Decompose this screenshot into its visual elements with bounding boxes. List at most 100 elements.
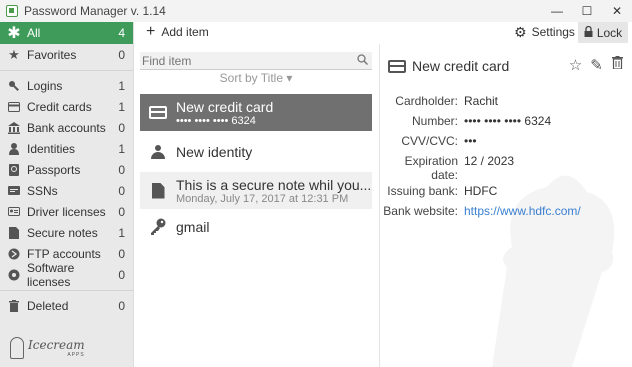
field-bank-website: Bank website: https://www.hdfc.com/ bbox=[380, 204, 632, 218]
field-label: Issuing bank: bbox=[387, 184, 458, 198]
note-icon bbox=[8, 226, 20, 239]
sidebar-item-logins[interactable]: Logins 1 bbox=[0, 75, 133, 96]
sort-dropdown[interactable]: Sort by Title ▾ bbox=[134, 71, 378, 85]
sidebar-item-count: 0 bbox=[118, 298, 125, 313]
delete-trash-icon[interactable] bbox=[609, 56, 626, 74]
sidebar-item-count: 1 bbox=[118, 225, 125, 240]
sidebar-item-count: 0 bbox=[118, 204, 125, 219]
field-value[interactable]: HDFC bbox=[464, 184, 497, 198]
sidebar-item-label: Deleted bbox=[27, 298, 69, 313]
sidebar-item-count: 0 bbox=[118, 162, 125, 177]
sidebar-item-identities[interactable]: Identities 1 bbox=[0, 138, 133, 159]
field-label: Number: bbox=[411, 114, 458, 128]
list-item-secure-note[interactable]: This is a secure note whil you... Monday… bbox=[140, 172, 372, 209]
sidebar-item-count: 1 bbox=[118, 78, 125, 93]
gear-icon: ⚙ bbox=[514, 24, 527, 40]
sidebar-item-count: 0 bbox=[118, 246, 125, 261]
list-item-title: New credit card bbox=[176, 98, 274, 115]
field-value[interactable]: ••• bbox=[464, 134, 477, 148]
list-item-title: This is a secure note whil you... bbox=[176, 176, 372, 193]
sidebar-item-count: 1 bbox=[118, 141, 125, 156]
field-cvv: CVV/CVC: ••• bbox=[380, 134, 632, 148]
list-item-title: gmail bbox=[176, 219, 210, 235]
bank-icon bbox=[8, 121, 20, 134]
logo-text: Icecream bbox=[28, 338, 85, 352]
plus-icon: + bbox=[146, 23, 156, 40]
sidebar-item-deleted[interactable]: Deleted 0 bbox=[0, 295, 133, 316]
sidebar-item-count: 4 bbox=[118, 26, 125, 40]
sidebar-item-credit-cards[interactable]: Credit cards 1 bbox=[0, 96, 133, 117]
field-label: Bank website: bbox=[383, 204, 458, 218]
field-value[interactable]: 12 / 2023 bbox=[464, 154, 514, 182]
add-item-label: Add item bbox=[161, 25, 209, 39]
list-item-identity[interactable]: New identity bbox=[140, 138, 372, 166]
field-value[interactable]: •••• •••• •••• 6324 bbox=[464, 114, 551, 128]
edit-pencil-icon[interactable]: ✎ bbox=[588, 56, 605, 74]
app-icon bbox=[6, 5, 18, 17]
sidebar-item-label: Software licenses bbox=[27, 260, 75, 289]
credit-card-icon bbox=[388, 59, 406, 73]
sidebar-item-passports[interactable]: Passports 0 bbox=[0, 159, 133, 180]
sidebar-item-count: 0 bbox=[118, 47, 125, 62]
field-issuing-bank: Issuing bank: HDFC bbox=[380, 184, 632, 198]
list-item-credit-card[interactable]: New credit card •••• •••• •••• 6324 bbox=[140, 94, 372, 131]
sidebar-divider bbox=[0, 70, 133, 71]
person-icon bbox=[148, 145, 168, 159]
search-input[interactable] bbox=[140, 52, 340, 69]
asterisk-icon: ✱ bbox=[7, 25, 21, 42]
detail-panel: New credit card ☆ ✎ Cardholder: Rachit N… bbox=[379, 44, 632, 367]
sidebar: ✱ All 4 ★ Favorites 0 Logins 1 Credit ca… bbox=[0, 22, 134, 367]
trash-icon bbox=[8, 299, 20, 312]
title-bar: Password Manager v. 1.14 — ☐ ✕ bbox=[0, 0, 632, 22]
bank-website-link[interactable]: https://www.hdfc.com/ bbox=[464, 204, 581, 218]
detail-actions: ☆ ✎ bbox=[567, 56, 626, 74]
sidebar-item-favorites[interactable]: ★ Favorites 0 bbox=[0, 44, 133, 65]
sidebar-item-count: 0 bbox=[118, 183, 125, 198]
sidebar-item-bank-accounts[interactable]: Bank accounts 0 bbox=[0, 117, 133, 138]
field-label: CVV/CVC: bbox=[401, 134, 458, 148]
lock-button[interactable]: Lock bbox=[578, 22, 628, 43]
detail-header: New credit card bbox=[388, 58, 509, 74]
field-cardholder: Cardholder: Rachit bbox=[380, 94, 632, 108]
driver-license-icon bbox=[8, 206, 20, 218]
field-value[interactable]: Rachit bbox=[464, 94, 498, 108]
search-box bbox=[140, 52, 372, 70]
sidebar-item-label: All bbox=[27, 26, 41, 40]
item-list-panel: Sort by Title ▾ New credit card •••• •••… bbox=[134, 44, 378, 367]
field-label: Cardholder: bbox=[395, 94, 458, 108]
window-controls: — ☐ ✕ bbox=[542, 0, 632, 22]
sidebar-item-all[interactable]: ✱ All 4 bbox=[0, 22, 133, 44]
list-item-login[interactable]: gmail bbox=[140, 212, 372, 242]
favorite-star-icon[interactable]: ☆ bbox=[567, 56, 584, 74]
maximize-button[interactable]: ☐ bbox=[572, 0, 602, 22]
field-expiration: Expiration date: 12 / 2023 bbox=[380, 154, 632, 182]
sidebar-item-label: Driver licenses bbox=[27, 204, 106, 219]
key-icon bbox=[148, 218, 168, 236]
sidebar-item-driver-licenses[interactable]: Driver licenses 0 bbox=[0, 201, 133, 222]
search-icon[interactable] bbox=[357, 54, 369, 68]
sidebar-item-label: FTP accounts bbox=[27, 246, 101, 261]
sidebar-divider bbox=[0, 290, 133, 291]
sidebar-item-software-licenses[interactable]: Software licenses 0 bbox=[0, 261, 133, 289]
settings-button[interactable]: ⚙ Settings bbox=[514, 25, 575, 39]
list-item-title: New identity bbox=[176, 144, 253, 160]
sidebar-item-label: Bank accounts bbox=[27, 120, 106, 135]
detail-title: New credit card bbox=[412, 58, 510, 74]
field-number: Number: •••• •••• •••• 6324 bbox=[380, 114, 632, 128]
credit-card-icon bbox=[148, 106, 168, 119]
minimize-button[interactable]: — bbox=[542, 0, 572, 22]
add-item-button[interactable]: + Add item bbox=[146, 23, 209, 40]
sidebar-item-secure-notes[interactable]: Secure notes 1 bbox=[0, 222, 133, 243]
sidebar-item-count: 0 bbox=[118, 120, 125, 135]
note-icon bbox=[148, 182, 168, 199]
list-item-subtitle: •••• •••• •••• 6324 bbox=[176, 114, 256, 127]
credit-card-icon bbox=[8, 101, 20, 113]
logo-subtext: APPS bbox=[67, 352, 85, 358]
sidebar-item-label: Logins bbox=[27, 78, 63, 93]
sidebar-item-count: 0 bbox=[118, 267, 125, 282]
sidebar-item-ssns[interactable]: SSNs 0 bbox=[0, 180, 133, 201]
toolbar: + Add item ⚙ Settings Lock bbox=[134, 22, 632, 44]
sidebar-item-label: Identities bbox=[27, 141, 76, 156]
close-button[interactable]: ✕ bbox=[602, 0, 632, 22]
key-icon bbox=[8, 80, 20, 92]
